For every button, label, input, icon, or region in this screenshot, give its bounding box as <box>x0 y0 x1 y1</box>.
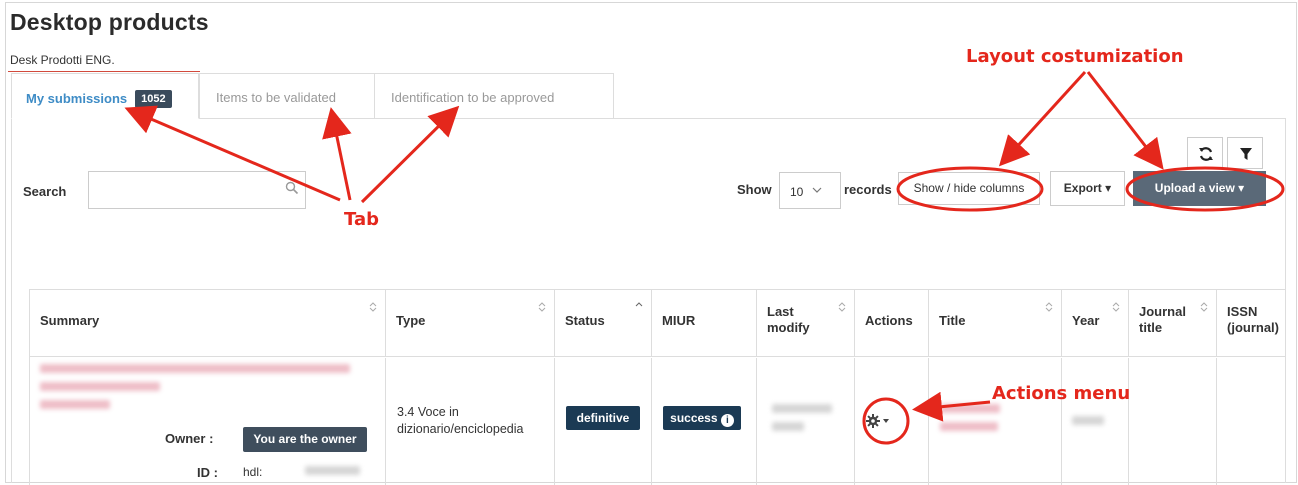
column-label: Actions <box>865 313 913 328</box>
column-header-type[interactable]: Type <box>386 290 555 357</box>
filter-icon <box>1240 148 1252 160</box>
owner-badge: You are the owner <box>243 427 367 452</box>
filter-button[interactable] <box>1227 137 1263 169</box>
tab-label: Identification to be approved <box>391 90 555 105</box>
page-length-value: 10 <box>790 185 804 199</box>
refresh-button[interactable] <box>1187 137 1223 169</box>
tab-items-to-be-validated[interactable]: Items to be validated <box>199 73 375 119</box>
gear-icon[interactable] <box>866 414 892 428</box>
tab-label: Items to be validated <box>216 90 336 105</box>
export-button[interactable]: Export ▾ <box>1050 171 1125 206</box>
column-header-miur[interactable]: MIUR <box>652 290 757 357</box>
sort-icon <box>1045 302 1053 312</box>
id-value: hdl: <box>243 465 263 479</box>
column-header-issn[interactable]: ISSN (journal) <box>1217 290 1286 357</box>
refresh-icon <box>1199 147 1213 161</box>
records-label: records <box>844 182 892 197</box>
upload-view-button[interactable]: Upload a view ▾ <box>1133 171 1266 206</box>
blurred-summary-line <box>40 400 110 409</box>
caret-down-icon: ▾ <box>1238 181 1245 195</box>
blurred-summary-line <box>40 382 160 391</box>
search-label: Search <box>23 184 67 199</box>
column-label: Journal title <box>1139 304 1186 335</box>
miur-status: success <box>670 411 718 425</box>
column-header-actions: Actions <box>855 290 929 357</box>
column-header-title[interactable]: Title <box>929 290 1062 357</box>
blurred-title <box>940 422 998 431</box>
column-label: Status <box>565 313 605 328</box>
column-label: Year <box>1072 313 1100 328</box>
column-label: Summary <box>40 313 100 328</box>
id-label: ID : <box>197 465 218 480</box>
search-input[interactable] <box>88 171 306 209</box>
blurred-date <box>772 404 832 413</box>
tab-my-submissions[interactable]: My submissions 1052 <box>11 73 199 119</box>
cell-journal-title <box>1129 358 1217 485</box>
search-icon[interactable] <box>285 181 299 195</box>
chevron-down-icon <box>812 187 822 193</box>
column-label: Last modify <box>767 304 810 335</box>
tab-label: My submissions <box>26 91 128 106</box>
annotation-layout-customization: Layout costumization <box>966 46 1184 67</box>
sort-ascending-icon <box>635 302 643 307</box>
column-header-journal-title[interactable]: Journal title <box>1129 290 1217 357</box>
annotation-actions-menu: Actions menu <box>992 383 1131 404</box>
cell-status: definitive <box>555 358 652 485</box>
page-title: Desktop products <box>10 9 209 35</box>
column-header-year[interactable]: Year <box>1062 290 1129 357</box>
tab-identification-to-be-approved[interactable]: Identification to be approved <box>374 73 614 119</box>
sort-icon <box>369 302 377 312</box>
breadcrumb[interactable]: Desk Prodotti ENG. <box>10 53 115 67</box>
sort-icon <box>538 302 546 312</box>
column-header-summary[interactable]: Summary <box>30 290 386 357</box>
caret-down-icon: ▾ <box>1105 181 1112 195</box>
show-label: Show <box>737 182 772 197</box>
miur-badge[interactable]: success i <box>663 406 741 430</box>
column-label: Title <box>939 313 966 328</box>
cell-actions <box>855 358 929 485</box>
type-text: 3.4 Voce in dizionario/enciclopedia <box>397 405 524 436</box>
cell-issn <box>1217 358 1286 485</box>
sort-icon <box>1200 302 1208 312</box>
cell-type: 3.4 Voce in dizionario/enciclopedia <box>386 358 555 485</box>
export-label: Export <box>1063 181 1102 195</box>
status-badge: definitive <box>566 406 640 430</box>
column-header-status[interactable]: Status <box>555 290 652 357</box>
blurred-date <box>772 422 804 431</box>
submissions-count-badge: 1052 <box>135 90 172 108</box>
blurred-title <box>940 404 1000 413</box>
cell-miur: success i <box>652 358 757 485</box>
upload-label: Upload a view <box>1154 181 1235 195</box>
page-length-select[interactable]: 10 <box>779 172 841 209</box>
annotation-tab: Tab <box>344 209 379 230</box>
info-icon: i <box>720 414 734 427</box>
column-label: ISSN (journal) <box>1227 304 1279 335</box>
breadcrumb-underline <box>8 71 200 72</box>
blurred-id <box>305 466 360 475</box>
column-label: Type <box>396 313 426 328</box>
show-hide-columns-button[interactable]: Show / hide columns <box>898 172 1040 205</box>
column-label: MIUR <box>662 313 696 328</box>
column-header-last-modify[interactable]: Last modify <box>757 290 855 357</box>
blurred-summary-line <box>40 364 350 373</box>
owner-label: Owner : <box>165 431 214 446</box>
blurred-year <box>1072 416 1104 425</box>
sort-icon <box>838 302 846 312</box>
sort-icon <box>1112 302 1120 312</box>
